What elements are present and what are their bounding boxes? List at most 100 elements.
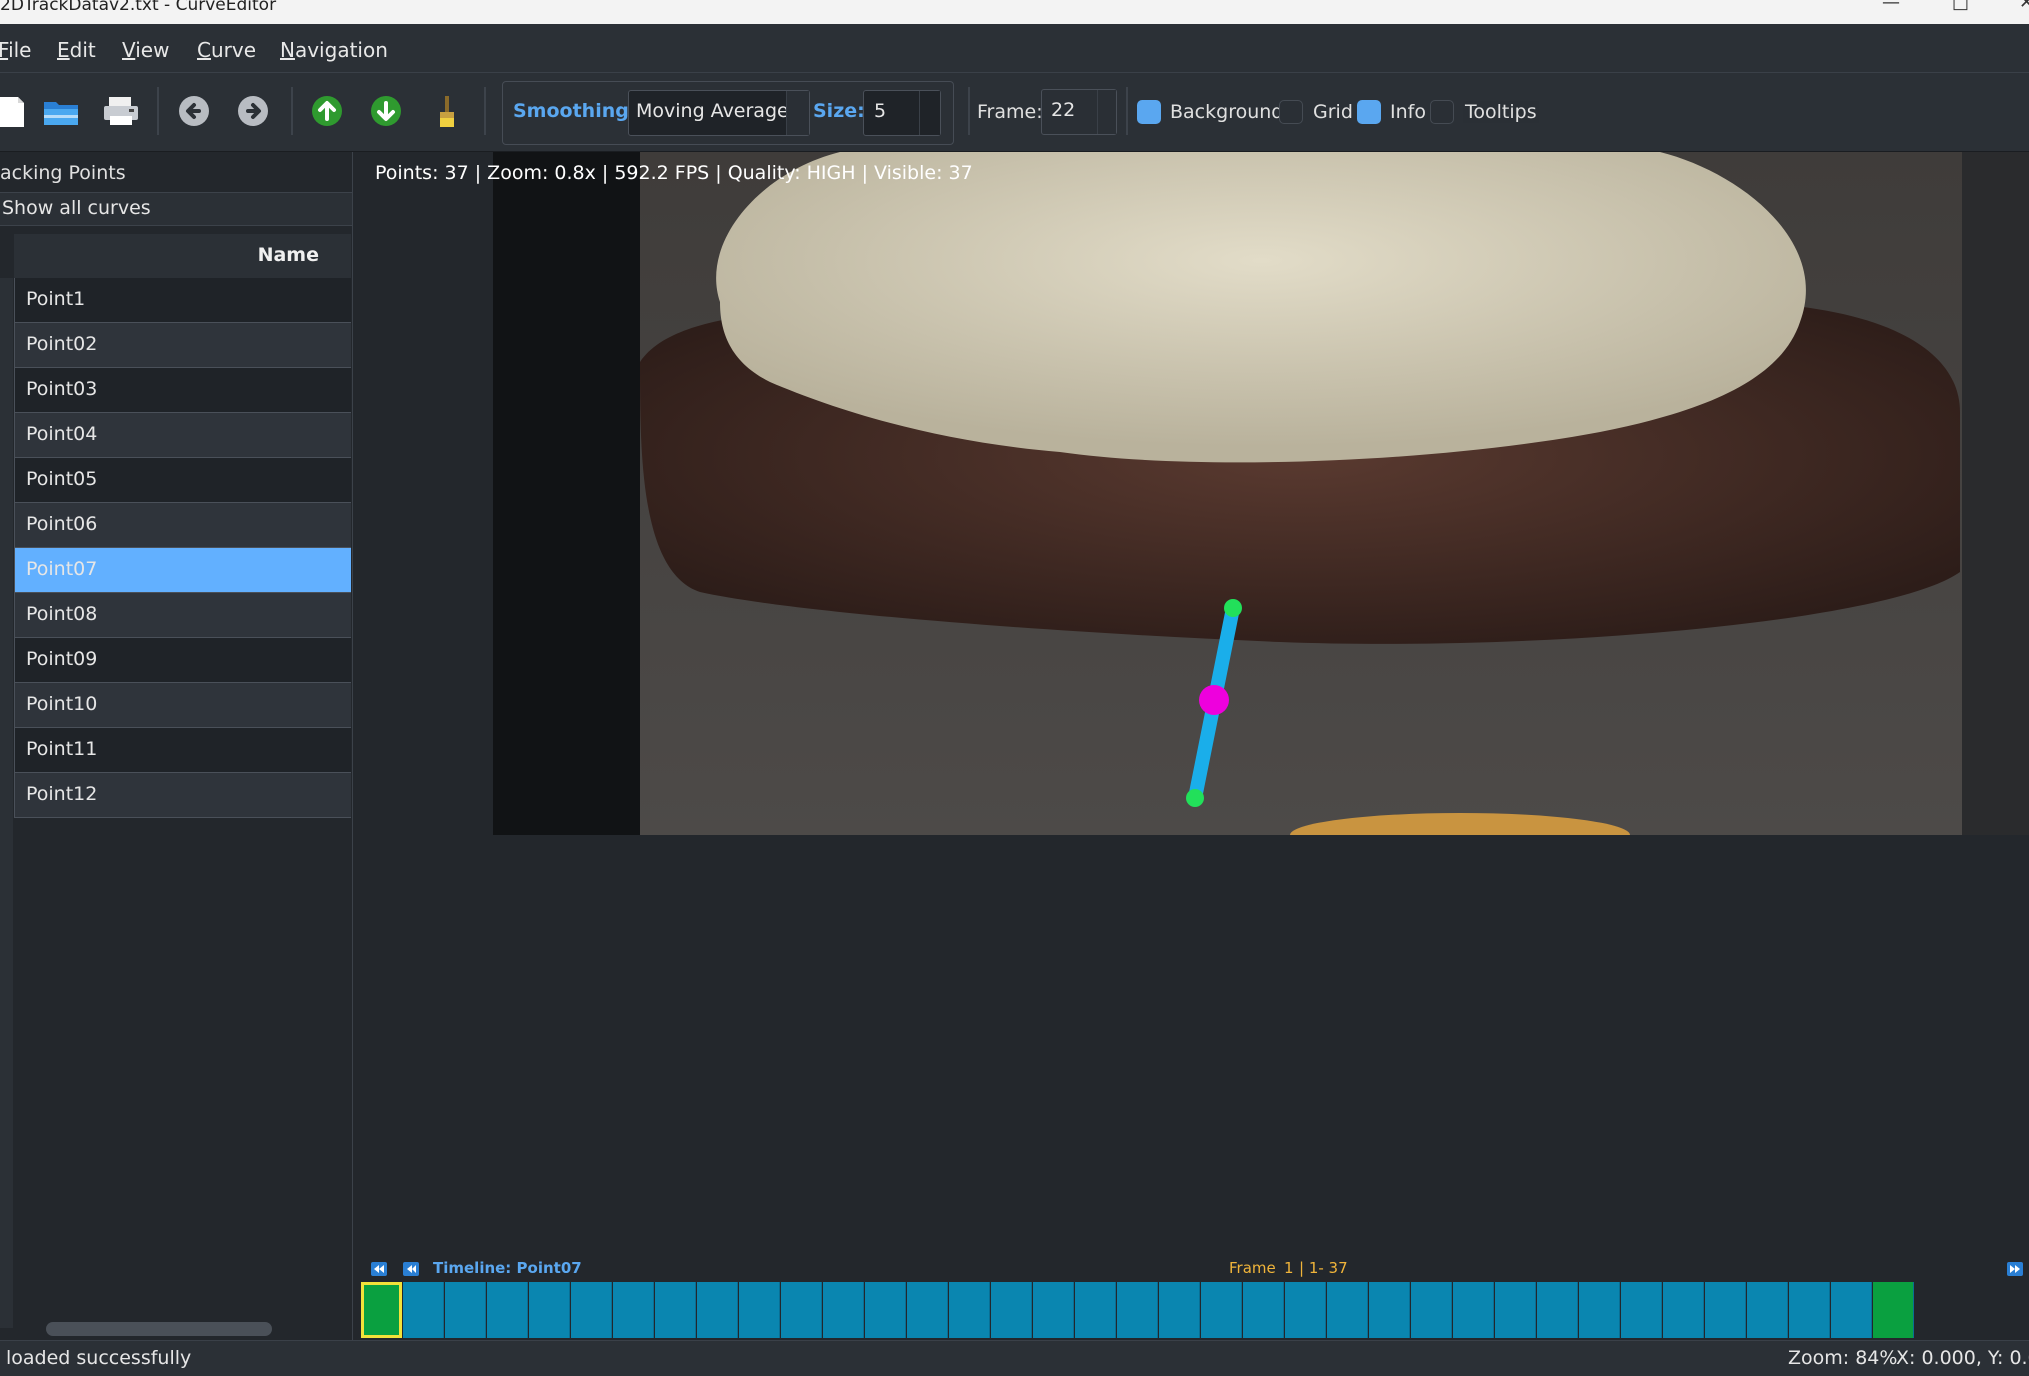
timeline-frame-cell[interactable] [1243,1282,1284,1338]
menu-navigation[interactable]: Navigation [280,38,388,62]
timeline-frame-cell[interactable] [1705,1282,1746,1338]
redo-icon[interactable] [233,91,273,131]
menu-curve[interactable]: Curve [197,38,256,62]
horizontal-scrollbar[interactable] [46,1322,272,1336]
new-file-icon[interactable] [0,91,32,131]
menu-view[interactable]: View [122,38,169,62]
viewport-info-overlay: Points: 37 | Zoom: 0.8x | 592.2 FPS | Qu… [375,162,973,184]
curve-endpoint-start[interactable] [1224,599,1242,617]
timeline-frames[interactable] [361,1282,1917,1338]
timeline-frame-cell[interactable] [1453,1282,1494,1338]
menu-edit[interactable]: Edit [57,38,96,62]
move-up-icon[interactable] [307,91,347,131]
point-row[interactable]: Point10 [14,683,351,728]
point-row[interactable]: Point1 [14,278,351,323]
smoothing-dropdown-arrow[interactable] [786,91,809,135]
timeline-frame-cell[interactable] [907,1282,948,1338]
current-frame-point[interactable] [1199,685,1229,715]
timeline-frame-cell[interactable] [529,1282,570,1338]
timeline-frame-cell[interactable] [1747,1282,1788,1338]
move-down-icon[interactable] [366,91,406,131]
timeline-frame-cell[interactable] [1537,1282,1578,1338]
point-row[interactable]: Point07 [14,548,351,593]
timeline-frame-cell[interactable] [1285,1282,1326,1338]
timeline-frame-cell[interactable] [445,1282,486,1338]
timeline-frame-cell[interactable] [1117,1282,1158,1338]
frame-stepper[interactable] [1097,90,1116,134]
timeline-frame-cell[interactable] [1327,1282,1368,1338]
timeline-frame-cell[interactable] [1159,1282,1200,1338]
timeline-frame-cell[interactable] [1075,1282,1116,1338]
point-row[interactable]: Point05 [14,458,351,503]
tooltips-checkbox[interactable] [1430,100,1454,124]
timeline-frame-cell[interactable] [823,1282,864,1338]
timeline-frame-cell[interactable] [1201,1282,1242,1338]
last-frame-icon[interactable] [2007,1262,2023,1276]
timeline-frame-cell[interactable] [1789,1282,1830,1338]
timeline-frame-cell[interactable] [1411,1282,1452,1338]
point-row[interactable]: Point02 [14,323,351,368]
info-toggle-label[interactable]: Info [1390,101,1426,123]
panel-title: acking Points [0,162,126,184]
prev-frame-icon[interactable] [403,1262,419,1276]
frame-spinbox[interactable]: 22 [1041,89,1117,135]
timeline-frame-cell[interactable] [697,1282,738,1338]
timeline-header: Timeline: Point07 Frame 1 | 1- 37 [353,1256,2029,1282]
smoothing-label: Smoothing: [513,100,637,122]
clear-brush-icon[interactable] [427,91,467,131]
timeline-frame-cell[interactable] [361,1282,402,1338]
point-row[interactable]: Point11 [14,728,351,773]
point-name: Point12 [26,783,98,805]
grid-checkbox[interactable] [1279,100,1303,124]
point-row[interactable]: Point08 [14,593,351,638]
menu-file[interactable]: File [0,38,31,62]
timeline-frame-cell[interactable] [865,1282,906,1338]
info-checkbox[interactable] [1357,100,1381,124]
tooltips-toggle-label[interactable]: Tooltips [1463,101,1539,123]
timeline-frame-cell[interactable] [613,1282,654,1338]
show-all-curves-toggle[interactable]: Show all curves [0,192,352,226]
size-stepper[interactable] [919,91,940,135]
point-row[interactable]: Point12 [14,773,351,818]
point-row[interactable]: Point09 [14,638,351,683]
timeline-frame-cell[interactable] [487,1282,528,1338]
timeline-frame-cell[interactable] [1579,1282,1620,1338]
timeline-frame-cell[interactable] [1621,1282,1662,1338]
point-row[interactable]: Point04 [14,413,351,458]
status-coordinates: X: 0.000, Y: 0.00 [1896,1347,2029,1369]
timeline-frame-cell[interactable] [991,1282,1032,1338]
open-folder-icon[interactable] [41,91,81,131]
toolbar-separator [1126,87,1128,135]
timeline-frame-cell[interactable] [403,1282,444,1338]
timeline-frame-cell[interactable] [739,1282,780,1338]
timeline-frame-cell[interactable] [571,1282,612,1338]
timeline-frame-cell[interactable] [1831,1282,1872,1338]
timeline-frame-cell[interactable] [1033,1282,1074,1338]
grid-toggle-label[interactable]: Grid [1313,101,1353,123]
timeline-frame-cell[interactable] [949,1282,990,1338]
timeline-frame-cell[interactable] [655,1282,696,1338]
undo-icon[interactable] [174,91,214,131]
close-button[interactable]: ✕ [2019,0,2029,13]
background-checkbox[interactable] [1137,100,1161,124]
smoothing-select[interactable]: Moving Average [628,90,810,136]
curve-viewport[interactable]: Points: 37 | Zoom: 0.8x | 592.2 FPS | Qu… [353,152,2029,1248]
first-frame-icon[interactable] [371,1262,387,1276]
point-row[interactable]: Point03 [14,368,351,413]
maximize-button[interactable]: □ [1952,0,1969,13]
timeline-frame-cell[interactable] [1663,1282,1704,1338]
curve-endpoint-end[interactable] [1186,789,1204,807]
column-header-name[interactable]: Name [258,244,319,266]
minimize-button[interactable]: — [1882,0,1900,13]
timeline-frame-cell[interactable] [1369,1282,1410,1338]
point-row[interactable]: Point06 [14,503,351,548]
frame-label: Frame: [977,101,1043,123]
size-spinbox[interactable]: 5 [863,90,941,136]
timeline-title: Timeline: Point07 [433,1259,582,1277]
timeline-frame-cell[interactable] [781,1282,822,1338]
save-icon[interactable] [101,91,141,131]
timeline-frame-cell[interactable] [1495,1282,1536,1338]
timeline-frame-cell[interactable] [1873,1282,1914,1338]
toolbar-separator [484,87,486,135]
background-toggle-label[interactable]: Background [1170,101,1283,123]
